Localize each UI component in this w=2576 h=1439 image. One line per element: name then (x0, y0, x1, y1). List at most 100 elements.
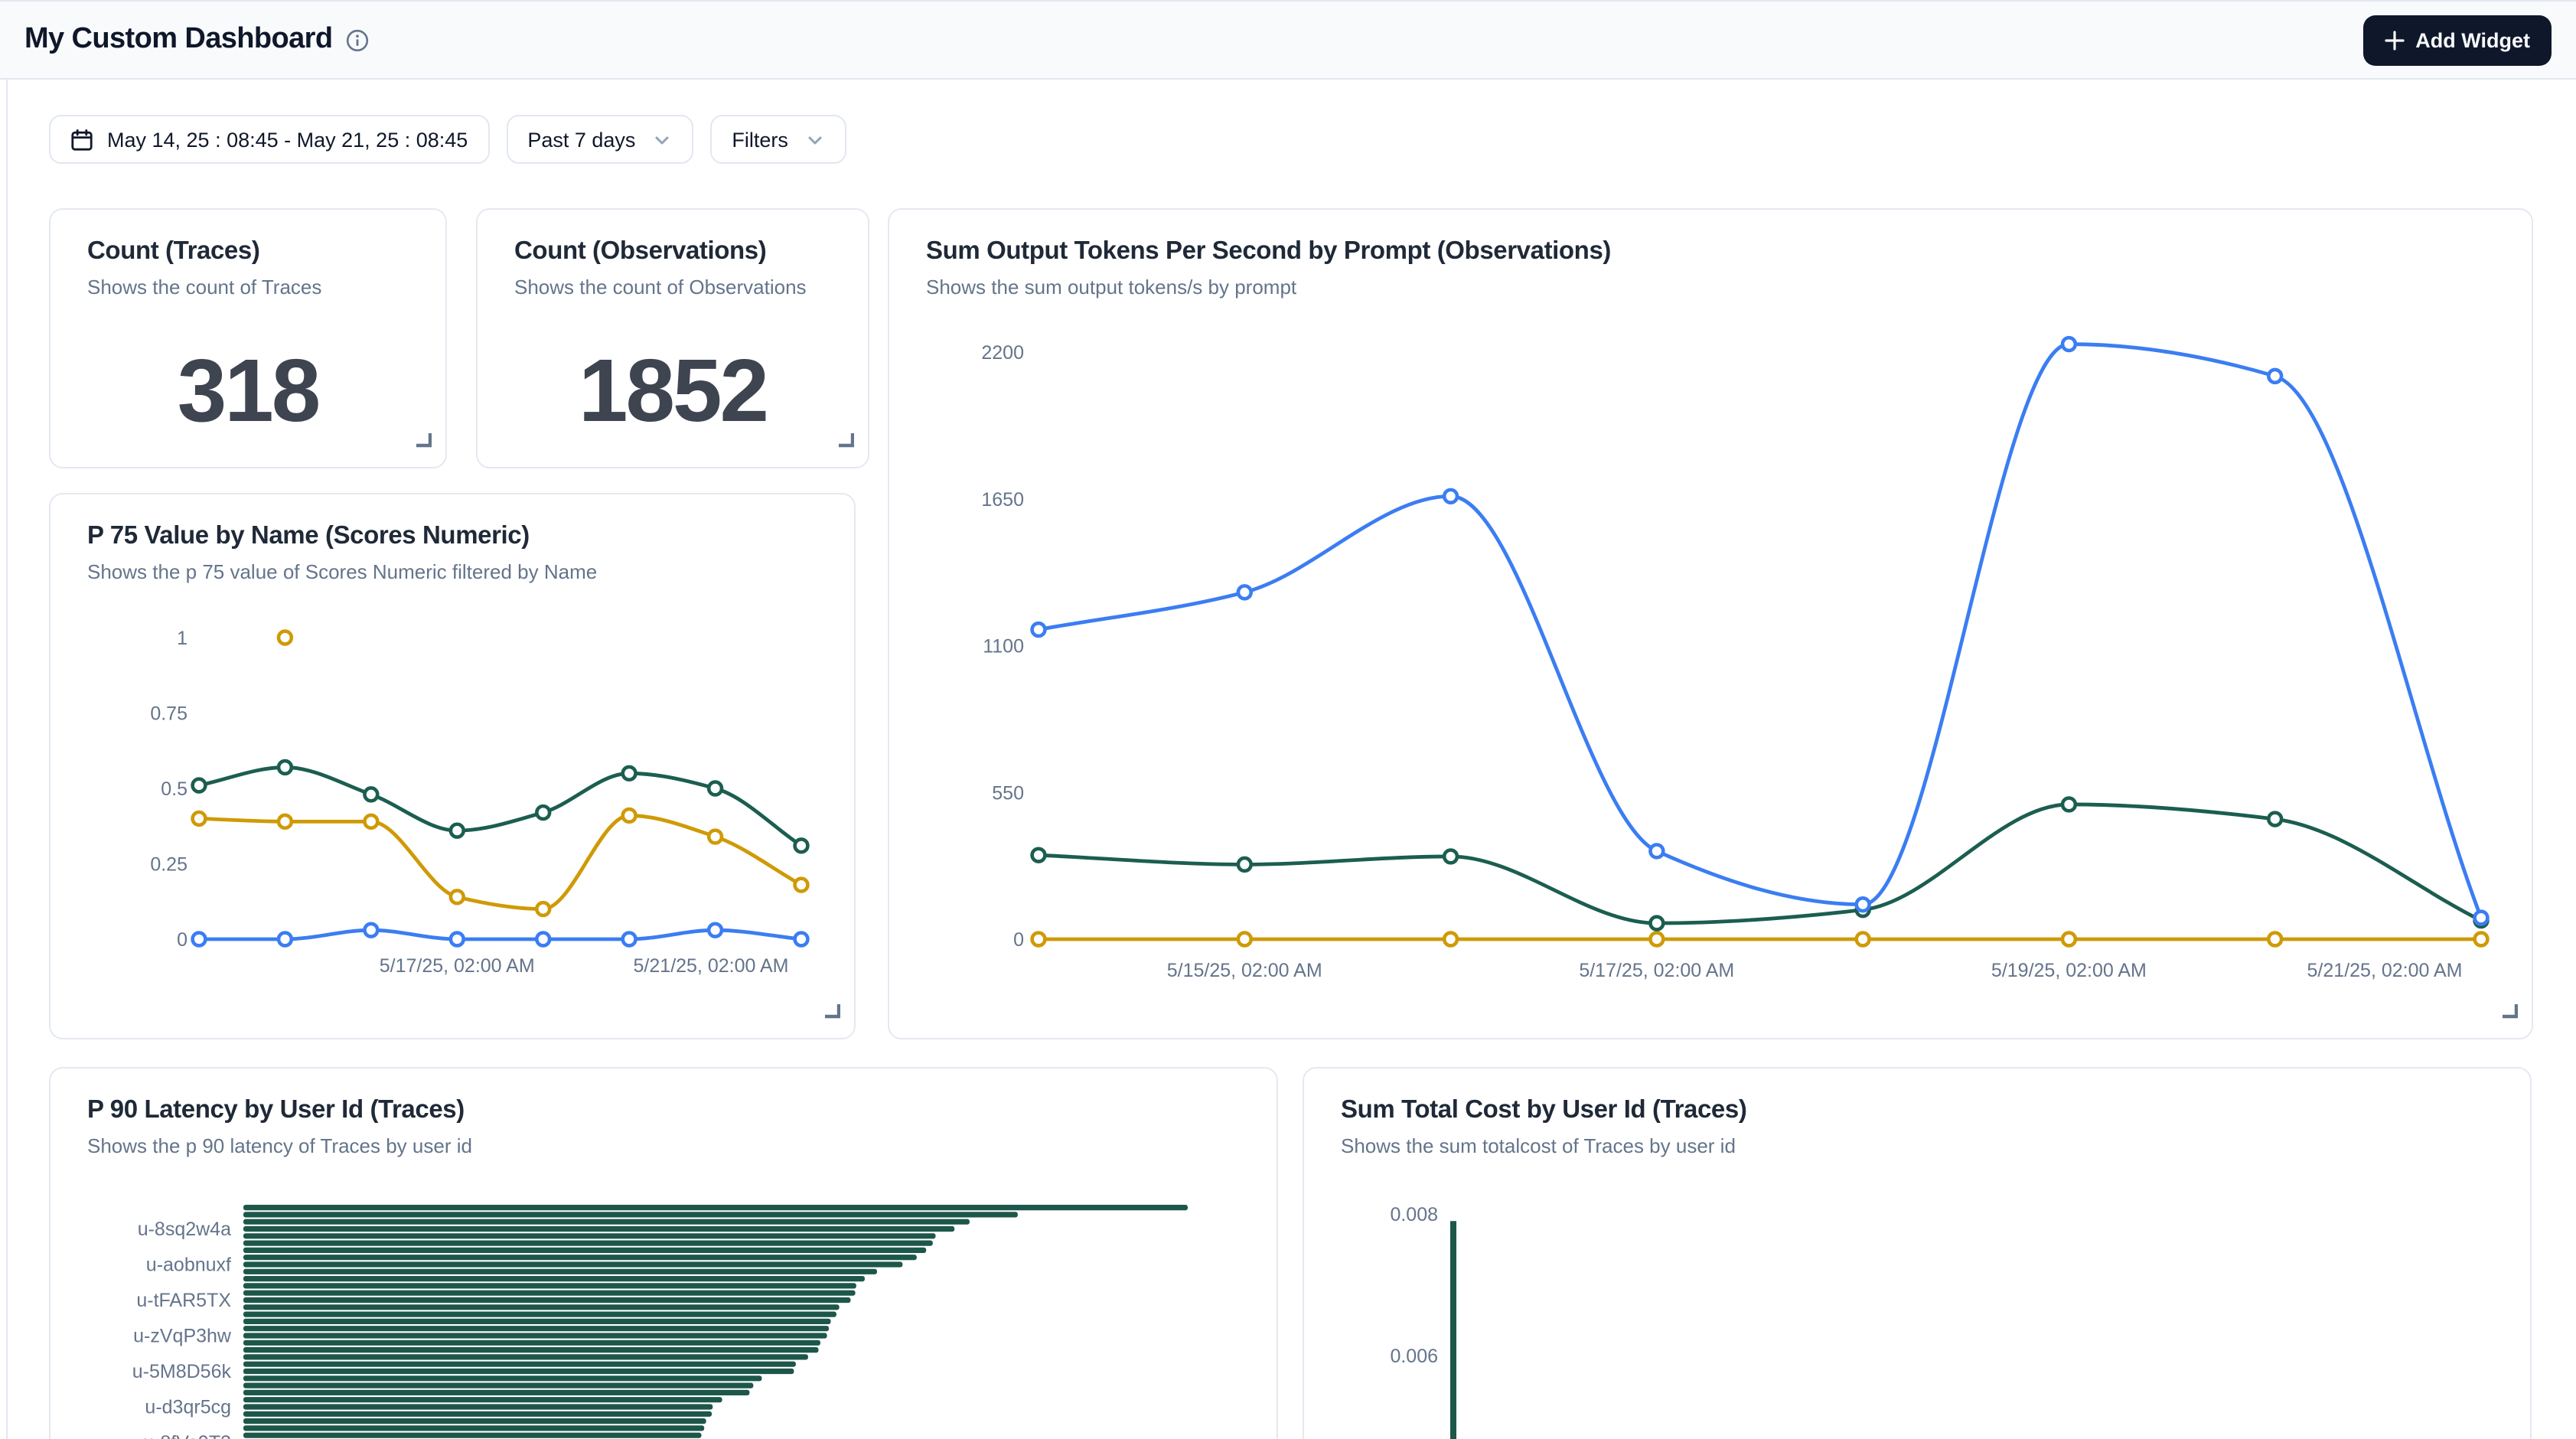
latency-bar[interactable] (243, 1261, 902, 1267)
blue-series-data-point[interactable] (2268, 370, 2281, 383)
teal-series-data-point[interactable] (1238, 858, 1251, 871)
resize-handle-icon[interactable] (2501, 1000, 2518, 1027)
blue-series-data-point[interactable] (1857, 898, 1870, 911)
tokens-per-second-chart: 05501100165022005/15/25, 02:00 AM5/17/25… (889, 210, 2533, 1039)
gold-series-data-point[interactable] (2268, 933, 2281, 946)
latency-bar[interactable] (243, 1304, 840, 1310)
blue-series-data-point[interactable] (1650, 845, 1663, 858)
gold-series-data-point[interactable] (193, 812, 206, 825)
blue-series-data-point[interactable] (623, 933, 636, 946)
blue-series-data-point[interactable] (1238, 586, 1251, 599)
blue-series-data-point[interactable] (451, 933, 464, 946)
gold-series-data-point[interactable] (2475, 933, 2488, 946)
latency-bar[interactable] (243, 1397, 722, 1402)
teal-series-data-point[interactable] (623, 767, 636, 780)
latency-bar[interactable] (243, 1375, 761, 1381)
teal-series-data-point[interactable] (364, 788, 377, 801)
latency-bar[interactable] (243, 1411, 712, 1417)
latency-bar[interactable] (243, 1418, 706, 1424)
add-widget-button[interactable]: Add Widget (2363, 15, 2552, 65)
card-title: Count (Observations) (514, 237, 831, 266)
blue-series-data-point[interactable] (709, 924, 722, 937)
latency-bar[interactable] (243, 1219, 970, 1225)
latency-bar[interactable] (243, 1233, 936, 1238)
teal-series-data-point[interactable] (536, 806, 549, 819)
gold-series-data-point[interactable] (1032, 933, 1045, 946)
latency-bar[interactable] (243, 1319, 831, 1324)
gold-point-series-data-point[interactable] (279, 631, 292, 644)
gold-series-data-point[interactable] (1444, 933, 1457, 946)
gold-series-data-point[interactable] (709, 830, 722, 843)
teal-series-data-point[interactable] (1650, 917, 1663, 930)
resize-handle-icon[interactable] (415, 429, 432, 456)
latency-bar[interactable] (243, 1326, 829, 1331)
gold-series-data-point[interactable] (1857, 933, 1870, 946)
resize-handle-icon[interactable] (837, 429, 854, 456)
card-title: Count (Traces) (87, 237, 409, 266)
blue-series-data-point[interactable] (1032, 623, 1045, 636)
teal-series-data-point[interactable] (451, 824, 464, 837)
blue-series-data-point[interactable] (795, 933, 808, 946)
gold-series-data-point[interactable] (1650, 933, 1663, 946)
latency-bar[interactable] (243, 1276, 865, 1281)
gold-series-data-point[interactable] (2062, 933, 2075, 946)
resize-handle-icon[interactable] (823, 1000, 840, 1027)
latency-bar[interactable] (243, 1205, 1188, 1210)
teal-series-data-point[interactable] (1444, 850, 1457, 863)
teal-series-line (1039, 804, 2481, 923)
teal-series-data-point[interactable] (279, 761, 292, 774)
gold-series-data-point[interactable] (623, 809, 636, 822)
latency-bar[interactable] (243, 1383, 753, 1388)
blue-series-data-point[interactable] (536, 933, 549, 946)
gold-series-data-point[interactable] (795, 879, 808, 892)
gold-series-data-point[interactable] (536, 902, 549, 915)
latency-bar[interactable] (243, 1354, 808, 1359)
blue-series-data-point[interactable] (279, 933, 292, 946)
y-tick-label: 0.006 (1390, 1346, 1438, 1367)
latency-bar[interactable] (243, 1212, 1018, 1217)
blue-series-data-point[interactable] (1444, 490, 1457, 503)
filters-label: Filters (732, 128, 788, 151)
latency-bar[interactable] (243, 1248, 926, 1253)
latency-bar[interactable] (243, 1269, 877, 1274)
date-range-picker[interactable]: May 14, 25 : 08:45 - May 21, 25 : 08:45 (49, 115, 489, 164)
latency-bar[interactable] (243, 1369, 794, 1374)
gold-series-data-point[interactable] (451, 890, 464, 903)
latency-bar[interactable] (243, 1404, 712, 1409)
latency-bar[interactable] (243, 1283, 856, 1288)
info-icon[interactable] (346, 28, 369, 51)
blue-series-data-point[interactable] (193, 933, 206, 946)
blue-series-data-point[interactable] (2062, 338, 2075, 351)
latency-bar[interactable] (243, 1347, 819, 1353)
latency-bar[interactable] (243, 1297, 850, 1303)
latency-bar[interactable] (243, 1333, 827, 1338)
blue-series-data-point[interactable] (364, 924, 377, 937)
latency-bar[interactable] (243, 1390, 749, 1395)
latency-bar[interactable] (243, 1255, 917, 1260)
latency-bar[interactable] (243, 1425, 704, 1431)
latency-bar[interactable] (243, 1362, 796, 1367)
gold-series-data-point[interactable] (364, 815, 377, 828)
latency-bar[interactable] (243, 1226, 954, 1232)
date-preset-dropdown[interactable]: Past 7 days (506, 115, 693, 164)
count-observations-card: Count (Observations) Shows the count of … (476, 208, 869, 468)
y-tick-label: 0.25 (150, 854, 187, 876)
filters-dropdown[interactable]: Filters (710, 115, 846, 164)
y-tick-label: 550 (992, 782, 1024, 804)
teal-series-data-point[interactable] (193, 779, 206, 792)
latency-bar[interactable] (243, 1340, 820, 1346)
latency-bar[interactable] (243, 1312, 836, 1317)
teal-series-data-point[interactable] (2268, 813, 2281, 826)
teal-series-data-point[interactable] (795, 839, 808, 852)
teal-series-data-point[interactable] (2062, 798, 2075, 811)
teal-series-data-point[interactable] (1032, 849, 1045, 862)
latency-bar[interactable] (243, 1291, 856, 1296)
latency-bar[interactable] (243, 1241, 933, 1246)
teal-series-data-point[interactable] (709, 782, 722, 795)
page-title: My Custom Dashboard (24, 23, 332, 57)
blue-series-data-point[interactable] (2475, 912, 2488, 925)
gold-series-data-point[interactable] (1238, 933, 1251, 946)
gold-series-data-point[interactable] (279, 815, 292, 828)
latency-bar[interactable] (243, 1433, 701, 1438)
cost-bar[interactable] (1450, 1221, 1456, 1439)
